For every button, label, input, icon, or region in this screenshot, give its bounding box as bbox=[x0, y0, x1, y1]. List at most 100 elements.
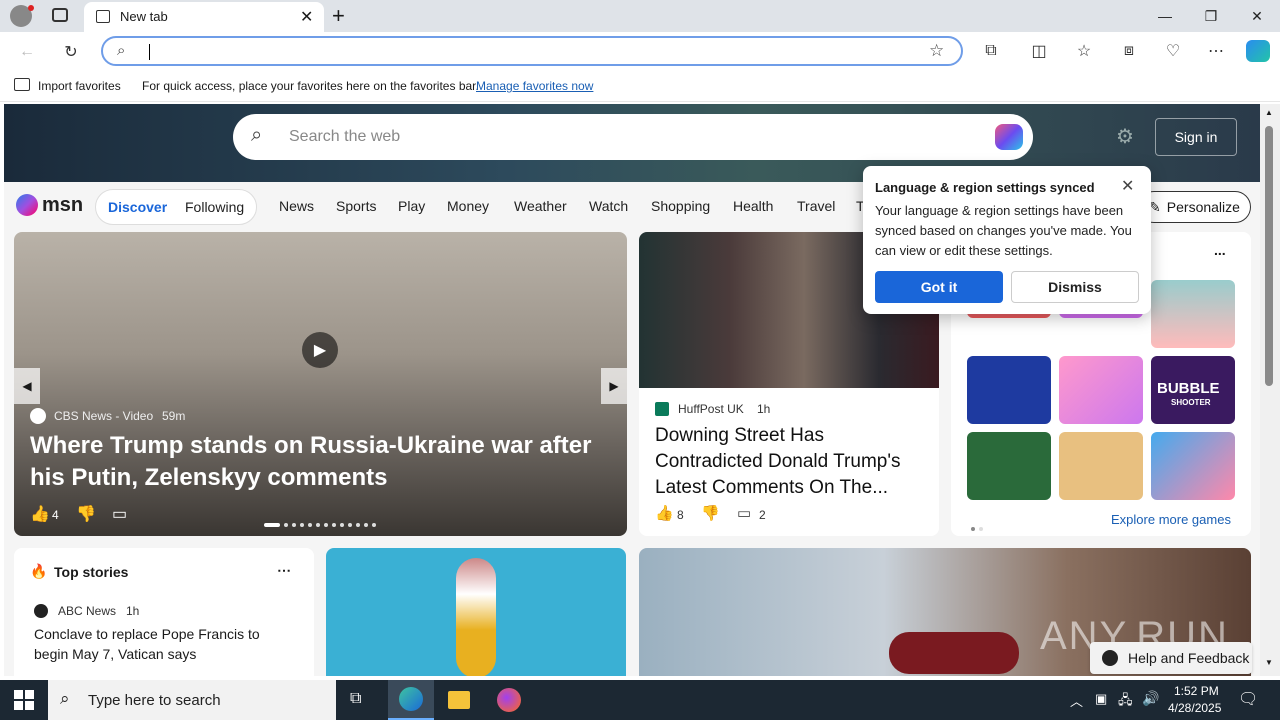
collections-icon[interactable]: ⧈ bbox=[1116, 38, 1142, 64]
carousel-dots[interactable] bbox=[264, 514, 380, 532]
nav-health[interactable]: Health bbox=[733, 198, 773, 214]
game-tile-makeup[interactable] bbox=[1059, 356, 1143, 424]
scroll-up-icon[interactable]: ▲ bbox=[1265, 108, 1273, 117]
favorites-icon[interactable]: ☆ bbox=[1071, 38, 1097, 64]
game-tile-foot[interactable] bbox=[1151, 432, 1235, 500]
like-icon[interactable]: 👍 bbox=[30, 504, 50, 524]
main-story-source: CBS News - Video bbox=[54, 409, 154, 423]
windows-start-icon[interactable] bbox=[14, 690, 34, 710]
nav-play[interactable]: Play bbox=[398, 198, 425, 214]
manage-favorites-link[interactable]: Manage favorites now bbox=[476, 79, 593, 93]
msn-logo-text[interactable]: msn bbox=[42, 194, 83, 217]
performance-icon[interactable]: ♡ bbox=[1160, 38, 1186, 64]
nav-sports[interactable]: Sports bbox=[336, 198, 376, 214]
dislike-icon[interactable]: 👎 bbox=[76, 504, 96, 524]
second-comment-count: 2 bbox=[759, 508, 766, 522]
promo-card[interactable] bbox=[326, 548, 626, 676]
scroll-down-icon[interactable]: ▼ bbox=[1265, 658, 1273, 667]
close-window-button[interactable]: ✕ bbox=[1234, 0, 1280, 32]
nav-news[interactable]: News bbox=[279, 198, 314, 214]
feed-toggle: Discover Following bbox=[95, 189, 257, 225]
search-icon: ⌕ bbox=[251, 124, 263, 146]
restore-button[interactable]: ❐ bbox=[1188, 0, 1234, 32]
personalize-button[interactable]: ✎ Personalize bbox=[1138, 191, 1251, 223]
games-more-button[interactable]: ... bbox=[1214, 242, 1226, 258]
split-screen-icon[interactable]: ◫ bbox=[1026, 38, 1052, 64]
taskbar-search-input[interactable]: Type here to search bbox=[88, 692, 221, 709]
second-story-headline[interactable]: Downing Street Has Contradicted Donald T… bbox=[655, 423, 927, 501]
web-search-input[interactable]: Search the web bbox=[289, 128, 400, 146]
back-button[interactable]: ← bbox=[14, 39, 40, 65]
page-scrollbar[interactable]: ▲ ▼ bbox=[1260, 104, 1280, 676]
import-favorites-button[interactable]: Import favorites bbox=[38, 79, 121, 93]
edge-taskbar-icon[interactable] bbox=[388, 680, 434, 720]
abc-logo-icon bbox=[34, 604, 48, 618]
top-stories-title: Top stories bbox=[54, 564, 129, 580]
dismiss-button[interactable]: Dismiss bbox=[1011, 271, 1139, 303]
minimize-button[interactable]: — bbox=[1142, 0, 1188, 32]
nav-watch[interactable]: Watch bbox=[589, 198, 628, 214]
copilot-icon[interactable] bbox=[1246, 40, 1270, 62]
task-view-icon[interactable]: ⧉ bbox=[350, 690, 361, 708]
clock-date[interactable]: 4/28/2025 bbox=[1168, 701, 1221, 715]
like-icon[interactable]: 👍 bbox=[655, 504, 674, 522]
nav-money[interactable]: Money bbox=[447, 198, 489, 214]
carousel-prev-button[interactable]: ◀ bbox=[14, 368, 40, 404]
address-bar[interactable]: ⌕ ☆ bbox=[101, 36, 963, 66]
clock-time[interactable]: 1:52 PM bbox=[1174, 684, 1219, 698]
network-icon[interactable]: 🖧 bbox=[1118, 691, 1133, 713]
dislike-icon[interactable]: 👎 bbox=[701, 504, 720, 522]
notifications-icon[interactable]: 🗨 bbox=[1238, 689, 1258, 709]
tray-app-icon[interactable]: ▣ bbox=[1095, 691, 1107, 707]
more-menu-icon[interactable]: ⋯ bbox=[1203, 38, 1229, 64]
huffpost-logo-icon bbox=[655, 402, 669, 416]
extensions-icon[interactable]: ⧉ bbox=[978, 38, 1004, 64]
games-pager[interactable] bbox=[971, 518, 987, 536]
second-like-count: 8 bbox=[677, 508, 684, 522]
main-story-headline[interactable]: Where Trump stands on Russia-Ukraine war… bbox=[30, 430, 620, 494]
refresh-button[interactable]: ↻ bbox=[58, 39, 84, 65]
game-tile-mahjong[interactable] bbox=[967, 432, 1051, 500]
close-tab-icon[interactable]: ✕ bbox=[300, 7, 313, 27]
game-tile-screw[interactable] bbox=[1059, 432, 1143, 500]
new-tab-button[interactable]: + bbox=[332, 3, 345, 29]
top-stories-more-button[interactable]: ⋯ bbox=[277, 562, 291, 579]
top-story-headline[interactable]: Conclave to replace Pope Francis to begi… bbox=[34, 624, 284, 664]
close-icon[interactable]: ✕ bbox=[1121, 176, 1134, 196]
fire-icon: 🔥 bbox=[30, 563, 48, 579]
help-feedback-button[interactable]: Help and Feedback bbox=[1090, 642, 1252, 674]
play-video-icon[interactable]: ▶ bbox=[302, 332, 338, 368]
web-search-box[interactable]: ⌕ Search the web bbox=[233, 114, 1033, 160]
volume-icon[interactable]: 🔊 bbox=[1142, 690, 1159, 707]
top-story-source: ABC News bbox=[58, 604, 117, 618]
scroll-thumb[interactable] bbox=[1265, 126, 1273, 386]
tray-chevron-icon[interactable]: ︿ bbox=[1070, 691, 1083, 710]
tab-new-tab[interactable]: New tab ✕ bbox=[84, 2, 324, 32]
search-icon: ⌕ bbox=[117, 42, 126, 59]
main-story-card[interactable]: ▶ ◀ ▶ CBS News - Video 59m Where Trump s… bbox=[14, 232, 627, 536]
comment-icon[interactable]: ▭ bbox=[737, 504, 751, 522]
file-explorer-icon[interactable] bbox=[448, 691, 470, 709]
comment-icon[interactable]: ▭ bbox=[112, 504, 127, 524]
tab-actions-icon[interactable] bbox=[52, 8, 68, 22]
game-tile[interactable] bbox=[1151, 280, 1235, 348]
tab-following[interactable]: Following bbox=[185, 199, 244, 215]
tab-discover[interactable]: Discover bbox=[108, 199, 167, 215]
game-tile-bubble-shooter[interactable]: BUBBLE SHOOTER bbox=[1151, 356, 1235, 424]
got-it-button[interactable]: Got it bbox=[875, 271, 1003, 303]
carousel-next-button[interactable]: ▶ bbox=[601, 368, 627, 404]
msn-logo-icon[interactable] bbox=[16, 194, 38, 216]
source-logo-icon bbox=[30, 408, 46, 424]
favorite-star-icon[interactable]: ☆ bbox=[929, 41, 944, 61]
taskbar-search[interactable]: ⌕ Type here to search bbox=[48, 680, 336, 720]
help-feedback-label: Help and Feedback bbox=[1128, 650, 1250, 666]
nav-travel[interactable]: Travel bbox=[797, 198, 835, 214]
sign-in-button[interactable]: Sign in bbox=[1155, 118, 1237, 156]
nav-weather[interactable]: Weather bbox=[514, 198, 567, 214]
game-tile-tetris[interactable] bbox=[967, 356, 1051, 424]
explore-games-link[interactable]: Explore more games bbox=[1111, 512, 1231, 527]
copilot-icon[interactable] bbox=[995, 124, 1023, 150]
nav-shopping[interactable]: Shopping bbox=[651, 198, 710, 214]
firefox-icon[interactable] bbox=[497, 688, 521, 712]
settings-gear-icon[interactable]: ⚙ bbox=[1116, 124, 1134, 149]
